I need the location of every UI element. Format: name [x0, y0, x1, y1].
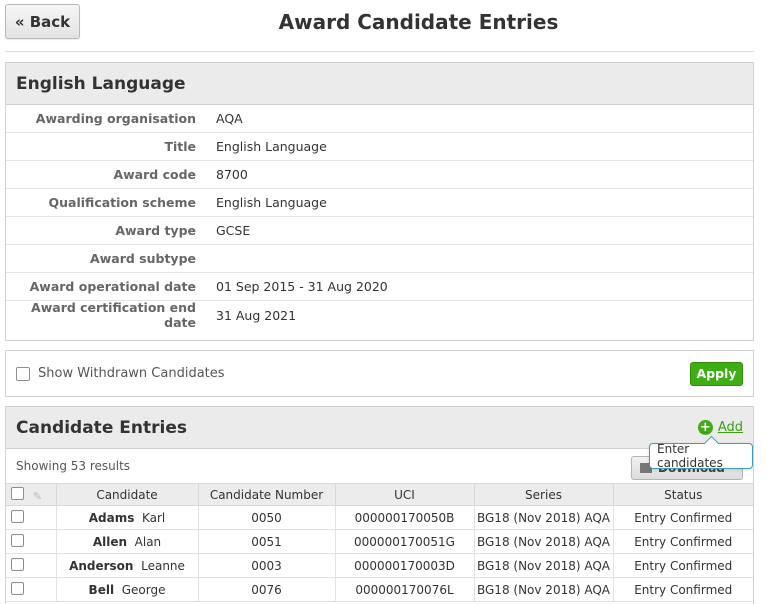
column-header-uci[interactable]: UCI [335, 483, 475, 506]
select-all-checkbox[interactable] [11, 486, 24, 500]
apply-button[interactable]: Apply [690, 361, 743, 386]
candidate-name-cell: Bell George [56, 577, 199, 602]
detail-label: Award certification end date [31, 300, 196, 330]
entries-heading: Candidate Entries [16, 417, 187, 438]
candidate-forename: George [121, 582, 166, 597]
add-tooltip: Enter candidates [649, 442, 753, 470]
detail-row-award-code: Award code 8700 [6, 161, 753, 189]
candidate-forename: Alan [134, 534, 162, 549]
results-bar: Showing 53 results Download Enter candid… [6, 442, 753, 483]
row-select-cell [6, 577, 57, 602]
candidate-surname: Bell [88, 582, 115, 597]
status-cell: Entry Confirmed [613, 529, 753, 554]
entries-panel-header: Candidate Entries + Add [6, 407, 753, 449]
table-row[interactable]: Allen Alan 0051 000000170051G BG18 (Nov … [6, 529, 753, 554]
award-heading: English Language [16, 73, 186, 94]
column-header-status[interactable]: Status [613, 483, 753, 506]
candidate-number-cell: 0003 [198, 553, 336, 578]
series-cell: BG18 (Nov 2018) AQA [474, 577, 614, 602]
table-row[interactable]: Bell George 0076 000000170076L BG18 (Nov… [6, 577, 753, 602]
detail-label: Award subtype [90, 251, 196, 266]
detail-value: 8700 [216, 167, 248, 182]
show-withdrawn-label[interactable]: Show Withdrawn Candidates [38, 366, 225, 381]
award-panel-header: English Language [6, 63, 753, 105]
candidate-entries-panel: Candidate Entries + Add Showing 53 resul… [5, 406, 754, 604]
table-row[interactable]: Anderson Leanne 0003 000000170003D BG18 … [6, 553, 753, 578]
detail-value: AQA [216, 111, 243, 126]
column-header-series[interactable]: Series [474, 483, 614, 506]
candidate-forename: Leanne [141, 558, 185, 573]
candidate-name-cell: Adams Karl [56, 505, 199, 530]
candidate-number-cell: 0076 [198, 577, 336, 602]
detail-value: English Language [216, 195, 327, 210]
title-divider [5, 51, 754, 52]
column-header-candidate-number[interactable]: Candidate Number [198, 483, 336, 506]
award-details-panel: English Language Awarding organisation A… [5, 62, 754, 341]
detail-value: GCSE [216, 223, 251, 238]
select-all-header: ✎ [6, 483, 57, 506]
results-count: Showing 53 results [16, 459, 131, 473]
detail-row-awarding-organisation: Awarding organisation AQA [6, 105, 753, 133]
page-title: Award Candidate Entries [278, 10, 559, 34]
candidate-name-cell: Allen Alan [56, 529, 199, 554]
status-cell: Entry Confirmed [613, 505, 753, 530]
detail-row-qualification-scheme: Qualification scheme English Language [6, 189, 753, 217]
filter-panel: Show Withdrawn Candidates Apply [5, 350, 754, 397]
detail-label: Award code [113, 167, 196, 182]
detail-value: 31 Aug 2021 [216, 307, 297, 323]
uci-cell: 000000170076L [335, 577, 475, 602]
detail-row-certification-end-date: Award certification end date 31 Aug 2021 [6, 300, 753, 330]
candidate-surname: Anderson [69, 558, 134, 573]
row-checkbox[interactable] [11, 509, 24, 523]
series-cell: BG18 (Nov 2018) AQA [474, 529, 614, 554]
candidate-number-cell: 0050 [198, 505, 336, 530]
series-cell: BG18 (Nov 2018) AQA [474, 505, 614, 530]
detail-label: Award type [115, 223, 196, 238]
detail-label: Award operational date [29, 279, 196, 294]
award-details-list: Awarding organisation AQA Title English … [6, 105, 753, 330]
row-select-cell [6, 505, 57, 530]
back-button[interactable]: « Back [5, 4, 80, 39]
candidate-table: ✎ Candidate Candidate Number UCI Series … [6, 483, 753, 602]
row-select-cell [6, 529, 57, 554]
column-header-candidate[interactable]: Candidate [56, 483, 199, 506]
detail-value: 01 Sep 2015 - 31 Aug 2020 [216, 279, 388, 294]
row-checkbox[interactable] [11, 581, 24, 595]
detail-label: Qualification scheme [48, 195, 196, 210]
table-row[interactable]: Adams Karl 0050 000000170050B BG18 (Nov … [6, 505, 753, 530]
plus-circle-icon: + [697, 420, 713, 435]
candidate-forename: Karl [141, 510, 166, 525]
detail-row-title: Title English Language [6, 133, 753, 161]
candidate-surname: Adams [88, 510, 135, 525]
candidate-name-cell: Anderson Leanne [56, 553, 199, 578]
candidate-surname: Allen [92, 534, 128, 549]
row-checkbox[interactable] [11, 557, 24, 571]
uci-cell: 000000170003D [335, 553, 475, 578]
status-cell: Entry Confirmed [613, 553, 753, 578]
detail-row-award-subtype: Award subtype [6, 245, 753, 273]
detail-value: English Language [216, 139, 327, 154]
uci-cell: 000000170051G [335, 529, 475, 554]
detail-row-award-type: Award type GCSE [6, 217, 753, 245]
detail-row-operational-date: Award operational date 01 Sep 2015 - 31 … [6, 273, 753, 301]
pencil-icon[interactable]: ✎ [33, 490, 42, 503]
add-candidates-link[interactable]: + Add [697, 420, 743, 435]
uci-cell: 000000170050B [335, 505, 475, 530]
status-cell: Entry Confirmed [613, 577, 753, 602]
detail-label: Title [164, 139, 196, 154]
series-cell: BG18 (Nov 2018) AQA [474, 553, 614, 578]
row-select-cell [6, 553, 57, 578]
table-header-row: ✎ Candidate Candidate Number UCI Series … [6, 483, 753, 506]
add-label: Add [717, 420, 743, 435]
detail-label: Awarding organisation [35, 111, 196, 126]
candidate-number-cell: 0051 [198, 529, 336, 554]
row-checkbox[interactable] [11, 533, 24, 547]
show-withdrawn-checkbox[interactable] [16, 366, 30, 381]
